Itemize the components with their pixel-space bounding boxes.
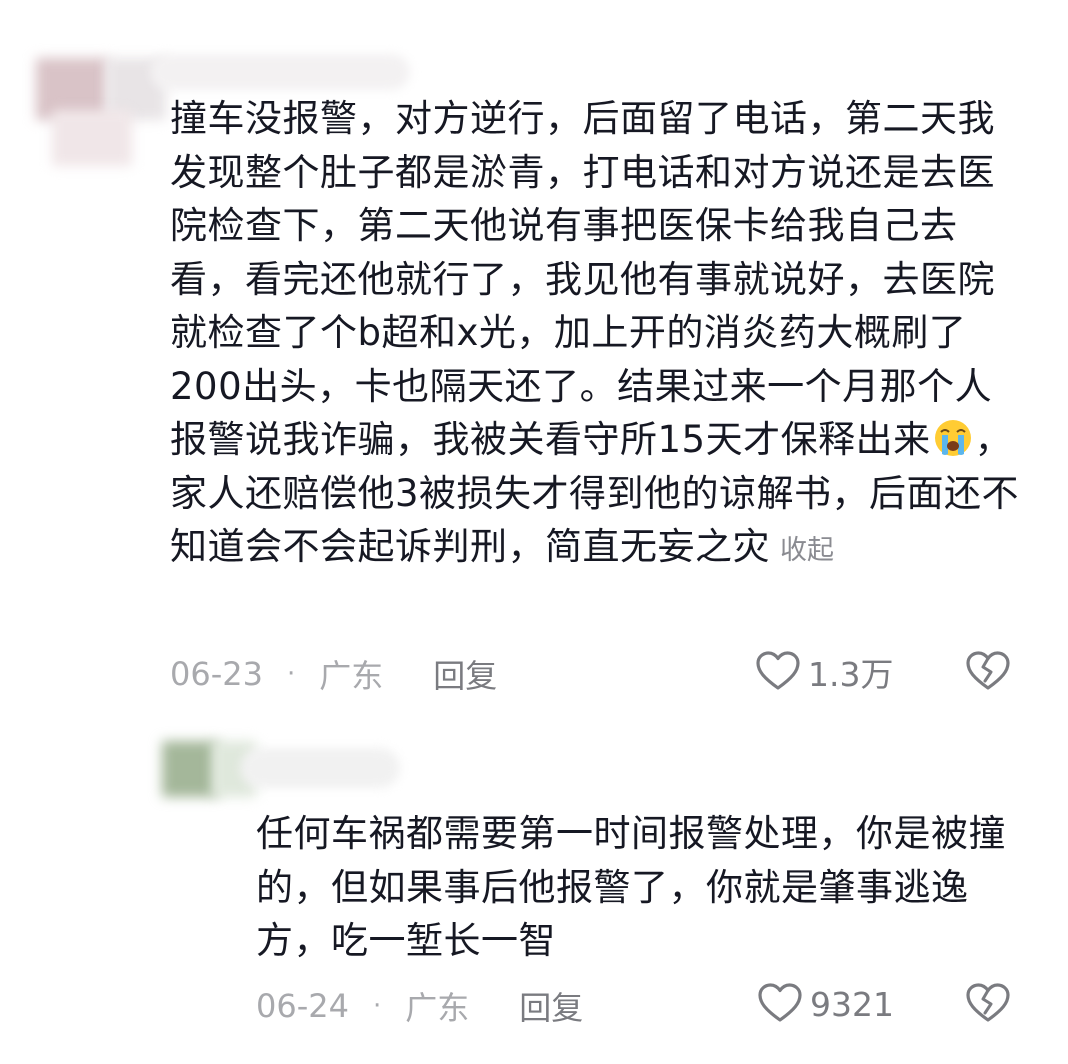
- like-button[interactable]: 9321: [756, 980, 894, 1028]
- heart-outline-icon: [758, 983, 802, 1022]
- collapse-link[interactable]: 收起: [780, 535, 834, 566]
- reply-username[interactable]: [240, 748, 400, 788]
- heart-outline-icon: [756, 651, 800, 690]
- loudly-crying-face-emoji: [934, 420, 971, 456]
- broken-heart-icon[interactable]: [964, 648, 1012, 696]
- meta-separator: ·: [372, 991, 382, 1021]
- reply-comment-meta: 06-24 · 广东 回复: [256, 984, 583, 1028]
- reply-comment-location: 广东: [405, 989, 470, 1027]
- reply-comment-body: 任何车祸都需要第一时间报警处理，你是被撞的，但如果事后他报警了，你就是肇事逃逸方…: [256, 807, 1026, 968]
- meta-separator: ·: [286, 659, 296, 689]
- comment-location: 广东: [319, 657, 384, 695]
- like-count: 1.3万: [808, 655, 894, 694]
- like-button[interactable]: 1.3万: [754, 648, 893, 696]
- reply-button[interactable]: 回复: [433, 651, 497, 697]
- comment-date: 06-23: [170, 655, 263, 693]
- username[interactable]: [150, 54, 410, 90]
- reply-comment-text: 任何车祸都需要第一时间报警处理，你是被撞的，但如果事后他报警了，你就是肇事逃逸方…: [256, 812, 1006, 962]
- reply-comment-date: 06-24: [256, 987, 349, 1025]
- reply-button[interactable]: 回复: [519, 983, 583, 1029]
- comment-text: 撞车没报警，对方逆行，后面留了电话，第二天我发现整个肚子都是淤青，打电话和对方说…: [170, 97, 995, 461]
- like-count: 9321: [810, 984, 894, 1024]
- comment-body: 撞车没报警，对方逆行，后面留了电话，第二天我发现整个肚子都是淤青，打电话和对方说…: [170, 92, 1020, 578]
- avatar[interactable]: [22, 40, 166, 170]
- broken-heart-icon[interactable]: [964, 980, 1012, 1028]
- comment-meta: 06-23 · 广东 回复: [170, 652, 497, 696]
